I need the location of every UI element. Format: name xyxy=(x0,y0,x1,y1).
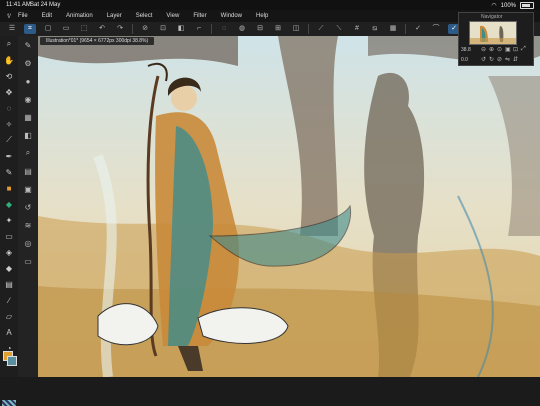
reset-rotation-icon[interactable]: ⊘ xyxy=(497,56,502,63)
stabilizer-icon[interactable]: ✓ xyxy=(412,24,424,34)
sub-tool-icon[interactable]: ✎ xyxy=(18,36,38,54)
frame-tool-icon[interactable]: ▱ xyxy=(0,308,18,324)
selection-layer-icon[interactable]: ◫ xyxy=(290,24,302,34)
pencil-tool-icon[interactable]: ✎ xyxy=(0,164,18,180)
perspective-snap-icon[interactable]: ⧅ xyxy=(369,24,381,34)
menu-animation[interactable]: Animation xyxy=(66,13,93,19)
menu-edit[interactable]: Edit xyxy=(42,13,52,19)
actual-size-icon[interactable]: ⊙ xyxy=(497,46,502,53)
menu-window[interactable]: Window xyxy=(221,13,242,19)
layer-search-icon[interactable]: ⌕ xyxy=(18,144,38,162)
layer-panel-icon[interactable]: ▤ xyxy=(18,162,38,180)
text-tool-icon[interactable]: A xyxy=(0,324,18,340)
transform-icon[interactable]: ⊡ xyxy=(157,24,169,34)
battery-icon xyxy=(520,2,534,9)
document-tab[interactable]: Illustration*01* (9654 × 6772px 300dpi 3… xyxy=(40,37,155,45)
menu-view[interactable]: View xyxy=(166,13,179,19)
background-color-swatch[interactable] xyxy=(7,356,17,366)
hamburger-menu-icon[interactable]: ☰ xyxy=(6,24,18,34)
layer-property-icon[interactable]: ◧ xyxy=(18,126,38,144)
wifi-icon: ◠ xyxy=(491,3,497,9)
guide-icon[interactable]: ▦ xyxy=(387,24,399,34)
fit-window-icon[interactable]: ▣ xyxy=(505,46,511,53)
tool-property-icon[interactable]: ⚙ xyxy=(18,54,38,72)
menu-layer[interactable]: Layer xyxy=(107,13,122,19)
ruler-snap-icon[interactable]: ⟋ xyxy=(315,24,327,34)
shrink-selection-icon[interactable]: ⊟ xyxy=(254,24,266,34)
material-panel-icon[interactable]: ▣ xyxy=(18,180,38,198)
color-wheel-icon[interactable]: ◉ xyxy=(18,90,38,108)
flip-horizontal-icon[interactable]: ⇋ xyxy=(505,56,510,63)
special-ruler-icon[interactable]: ⟍ xyxy=(333,24,345,34)
expand-selection-icon[interactable]: ⊞ xyxy=(272,24,284,34)
flip-vertical-icon[interactable]: ⇵ xyxy=(513,56,518,63)
menu-select[interactable]: Select xyxy=(136,13,153,19)
deselect-icon[interactable]: ◌ xyxy=(218,24,230,34)
pattern-swatch[interactable] xyxy=(2,400,16,406)
clear-icon[interactable]: ⊘ xyxy=(139,24,151,34)
status-date: Sat 24 May xyxy=(30,2,61,8)
new-file-icon[interactable]: ▢ xyxy=(42,24,54,34)
auto-action-icon[interactable]: ◎ xyxy=(18,234,38,252)
toolbar-divider xyxy=(405,24,406,34)
battery-percent: 100% xyxy=(500,2,516,9)
figure-tool-icon[interactable]: ∕ xyxy=(0,292,18,308)
menu-filter[interactable]: Filter xyxy=(193,13,206,19)
magic-wand-icon[interactable]: ✧ xyxy=(0,116,18,132)
navigator-title: Navigator xyxy=(481,14,503,20)
invert-selection-icon[interactable]: ◍ xyxy=(236,24,248,34)
sub-tool-strip: ✎ ⚙ ● ◉ ▦ ◧ ⌕ ▤ ▣ ↺ ≋ ◎ ▭ xyxy=(18,36,39,377)
airbrush-tool-icon[interactable]: ◆ xyxy=(0,196,18,212)
pen-tool-icon[interactable]: ✒ xyxy=(0,148,18,164)
move-tool-icon[interactable]: ✥ xyxy=(0,84,18,100)
pen-pressure-icon[interactable]: ⌒ xyxy=(430,24,442,34)
blend-tool-icon[interactable]: ◈ xyxy=(0,244,18,260)
toolbar-divider xyxy=(132,24,133,34)
zoom-tool-icon[interactable]: ⌕ xyxy=(0,36,18,52)
tool-palette: ⌕ ✋ ⟲ ✥ ◌ ✧ ⟋ ✒ ✎ ■ ◆ ✦ ▭ ◈ ◆ ▤ ∕ ▱ A ◔ … xyxy=(0,36,18,406)
navigator-preview-image xyxy=(470,22,516,44)
rotate-tool-icon[interactable]: ⟲ xyxy=(0,68,18,84)
brush-tool-icon[interactable]: ■ xyxy=(0,180,18,196)
rotate-left-icon[interactable]: ↺ xyxy=(481,56,486,63)
menu-file[interactable]: File xyxy=(18,13,28,19)
open-folder-icon[interactable]: ▭ xyxy=(60,24,72,34)
toolbar-divider xyxy=(211,24,212,34)
color-set-icon[interactable]: ▦ xyxy=(18,108,38,126)
folder-icon[interactable]: ▭ xyxy=(18,252,38,270)
artwork-illustration xyxy=(38,36,540,377)
menu-help[interactable]: Help xyxy=(256,13,268,19)
save-icon[interactable]: ⬚ xyxy=(78,24,90,34)
gradient-tool-icon[interactable]: ▤ xyxy=(0,276,18,292)
hand-tool-icon[interactable]: ✋ xyxy=(0,52,18,68)
lasso-tool-icon[interactable]: ◌ xyxy=(0,100,18,116)
brush-size-icon[interactable]: ● xyxy=(18,72,38,90)
crop-icon[interactable]: ⌐ xyxy=(193,24,205,34)
decoration-tool-icon[interactable]: ✦ xyxy=(0,212,18,228)
navigator-zoom-value[interactable]: 38.8 xyxy=(461,47,471,53)
grid-snap-icon[interactable]: # xyxy=(351,24,363,34)
canvas[interactable] xyxy=(38,36,540,377)
full-screen-icon[interactable]: ⤢ xyxy=(521,46,526,53)
fill-tool-icon[interactable]: ◆ xyxy=(0,260,18,276)
fill-icon[interactable]: ◧ xyxy=(175,24,187,34)
eyedropper-icon[interactable]: ⟋ xyxy=(0,132,18,148)
rotate-right-icon[interactable]: ↻ xyxy=(489,56,494,63)
navigator-panel: Navigator 38.8 0.0 ⊖ ⊕ ⊙ ▣ ⊡ ⤢ ↺ ↻ ⊘ ⇋ ⇵ xyxy=(458,12,534,66)
eraser-tool-icon[interactable]: ▭ xyxy=(0,228,18,244)
zoom-out-icon[interactable]: ⊖ xyxy=(481,46,486,53)
layers-stack-icon[interactable]: ≋ xyxy=(18,216,38,234)
navigator-thumbnail[interactable] xyxy=(469,21,517,45)
quick-access-icon[interactable]: ⌗ xyxy=(24,24,36,34)
zoom-in-icon[interactable]: ⊕ xyxy=(489,46,494,53)
redo-icon[interactable]: ↷ xyxy=(114,24,126,34)
undo-icon[interactable]: ↶ xyxy=(96,24,108,34)
history-icon[interactable]: ↺ xyxy=(18,198,38,216)
fit-to-navigator-icon[interactable]: ⊡ xyxy=(513,46,518,53)
status-bar: 11:41 AM Sat 24 May ◠ 100% xyxy=(0,0,540,10)
toolbar-divider xyxy=(308,24,309,34)
app-logo-icon[interactable]: ᕓ xyxy=(0,13,18,20)
status-time: 11:41 AM xyxy=(6,2,31,8)
navigator-angle-value[interactable]: 0.0 xyxy=(461,57,468,63)
